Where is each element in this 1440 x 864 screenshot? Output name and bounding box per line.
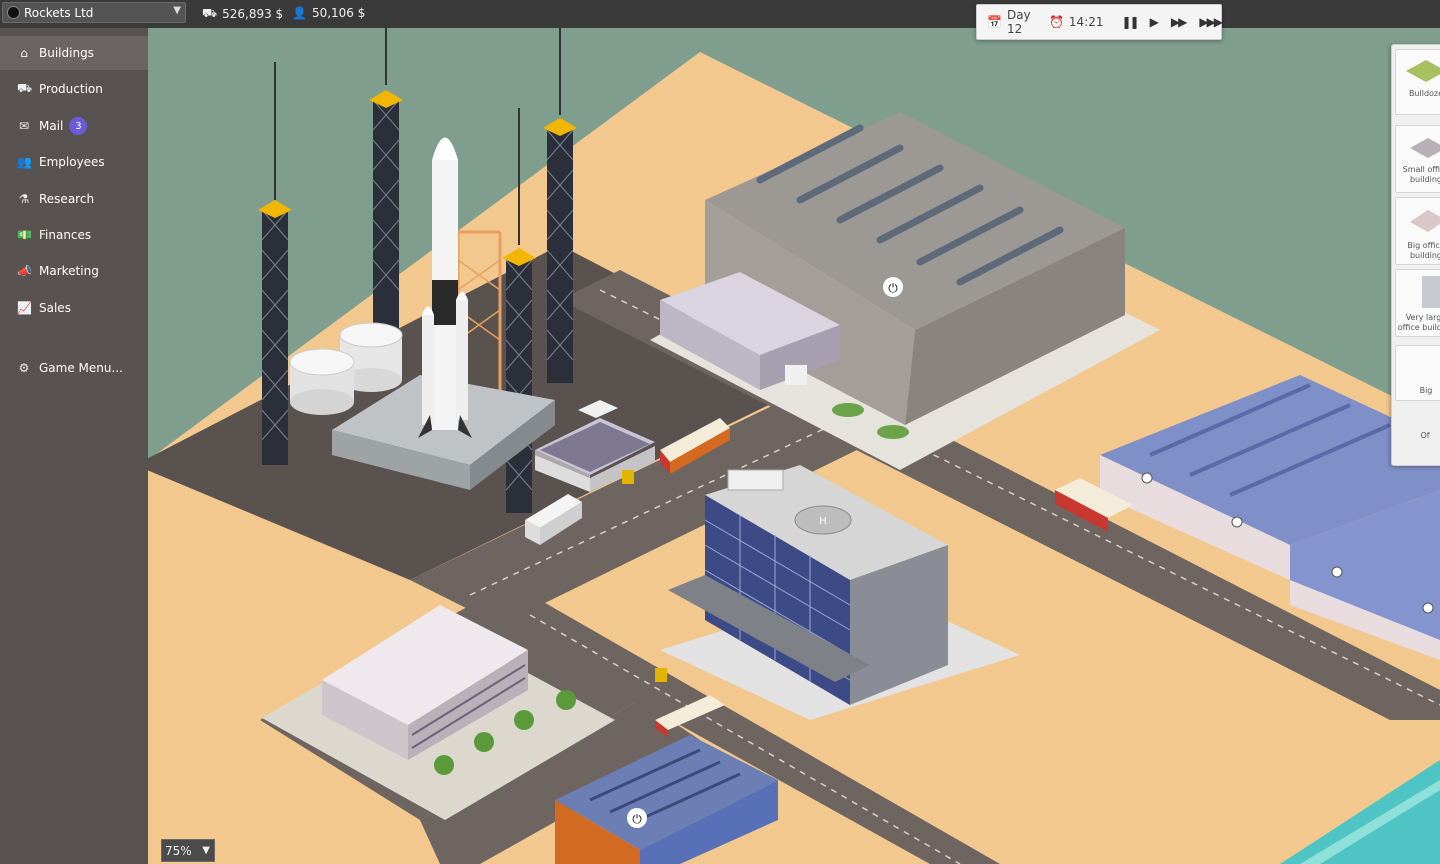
fastest-forward-button[interactable]: ▶▶▶	[1199, 15, 1223, 29]
svg-text:H: H	[819, 516, 827, 527]
home-icon: ⌂	[20, 46, 28, 60]
build-card-label: Of	[1420, 431, 1430, 440]
small-office-icon	[1410, 138, 1440, 158]
sidebar-item-sales[interactable]: 📈 Sales	[0, 291, 148, 325]
sidebar-item-employees[interactable]: 👥 Employees	[0, 145, 148, 179]
sidebar-item-finances[interactable]: 💵 Finances	[0, 218, 148, 252]
sidebar-item-label: Mail	[39, 119, 64, 133]
build-card-bulldoze[interactable]: Bulldoze	[1395, 49, 1440, 115]
sidebar-item-label: Marketing	[39, 264, 99, 278]
sidebar-item-research[interactable]: ⚗ Research	[0, 182, 148, 216]
big-office-icon	[1410, 210, 1440, 232]
gear-icon: ⚙	[18, 361, 30, 375]
sidebar-item-mail[interactable]: ✉ Mail 3	[0, 109, 148, 143]
build-card-big-office[interactable]: Big office building	[1395, 197, 1440, 265]
company-selector[interactable]: Rockets Ltd ▼	[2, 2, 186, 23]
build-card-small-office[interactable]: Small office building	[1395, 125, 1440, 193]
envelope-icon: ✉	[18, 119, 30, 133]
chart-icon: 📈	[17, 301, 32, 315]
company-logo-icon	[7, 6, 20, 19]
time-label: 14:21	[1068, 15, 1104, 29]
top-bar: Rockets Ltd ▼ ⛟ 526,893 $ 👤 50,106 $	[0, 0, 1440, 28]
sidebar-item-label: Game Menu...	[39, 361, 123, 375]
forklift-icon: ⛟	[17, 81, 33, 95]
bulldoze-icon	[1406, 60, 1440, 82]
sidebar-item-label: Employees	[39, 155, 105, 169]
sidebar-item-label: Sales	[39, 301, 71, 315]
employees-stat: 👤 50,106 $	[292, 6, 365, 20]
zoom-selector[interactable]: 75% ▼	[161, 839, 215, 862]
sidebar-item-label: Production	[39, 82, 103, 96]
play-button[interactable]: ▶	[1150, 15, 1159, 29]
mail-count-badge: 3	[69, 117, 88, 135]
alarm-clock-icon: ⏰	[1048, 15, 1064, 29]
fast-forward-button[interactable]: ▶▶	[1171, 15, 1188, 29]
sidebar-item-label: Finances	[39, 228, 92, 242]
sidebar-item-label: Buildings	[39, 46, 94, 60]
sidebar: ⌂ Buildings ⛟ Production ✉ Mail 3 👥 Empl…	[0, 28, 148, 864]
game-scene[interactable]: ⏻ H ⏻	[0, 0, 1440, 864]
day-label: Day 12	[1006, 8, 1031, 36]
forklift-money-icon: ⛟	[202, 6, 218, 20]
build-card-of[interactable]: Of	[1395, 409, 1440, 459]
pause-button[interactable]: ❚❚	[1122, 15, 1140, 29]
sidebar-item-marketing[interactable]: 📣 Marketing	[0, 254, 148, 288]
build-card-label: Bulldoze	[1408, 89, 1440, 98]
sidebar-item-production[interactable]: ⛟ Production	[0, 72, 148, 106]
flask-icon: ⚗	[18, 192, 30, 206]
calendar-icon: 📅	[987, 15, 1002, 29]
build-card-label: Big office building	[1407, 241, 1440, 260]
megaphone-icon: 📣	[17, 264, 32, 278]
build-card-big[interactable]: Big	[1395, 345, 1440, 401]
day-display: 📅 Day 12	[987, 8, 1039, 36]
sidebar-item-label: Research	[39, 192, 95, 206]
sidebar-item-game-menu[interactable]: ⚙ Game Menu...	[0, 351, 148, 385]
build-card-label: Big	[1419, 386, 1433, 395]
svg-text:⏻: ⏻	[888, 281, 898, 295]
very-large-office-icon	[1422, 276, 1440, 308]
build-panel: Bulldoze Small office building Big offic…	[1391, 44, 1440, 466]
time-control-panel: 📅 Day 12 ⏰ 14:21 ❚❚ ▶ ▶▶ ▶▶▶	[976, 4, 1223, 40]
people-icon: 👥	[17, 155, 32, 169]
sidebar-item-buildings[interactable]: ⌂ Buildings	[0, 36, 148, 70]
dropdown-arrow-icon[interactable]: ▼	[173, 5, 181, 16]
money-stat: ⛟ 526,893 $	[202, 6, 283, 22]
person-icon: 👤	[292, 6, 307, 20]
employees-value: 50,106 $	[311, 6, 366, 20]
money-value: 526,893 $	[222, 7, 284, 21]
company-name: Rockets Ltd	[24, 5, 94, 20]
build-card-label: Small office building	[1402, 165, 1440, 184]
build-card-very-large-office[interactable]: Very large office building	[1395, 269, 1440, 337]
time-display: ⏰ 14:21	[1049, 15, 1104, 29]
money-icon: 💵	[17, 228, 32, 242]
build-card-label: Very large office building	[1397, 313, 1440, 332]
chevron-down-icon[interactable]: ▼	[202, 845, 210, 856]
zoom-level: 75%	[165, 843, 192, 858]
svg-text:⏻: ⏻	[632, 812, 642, 826]
